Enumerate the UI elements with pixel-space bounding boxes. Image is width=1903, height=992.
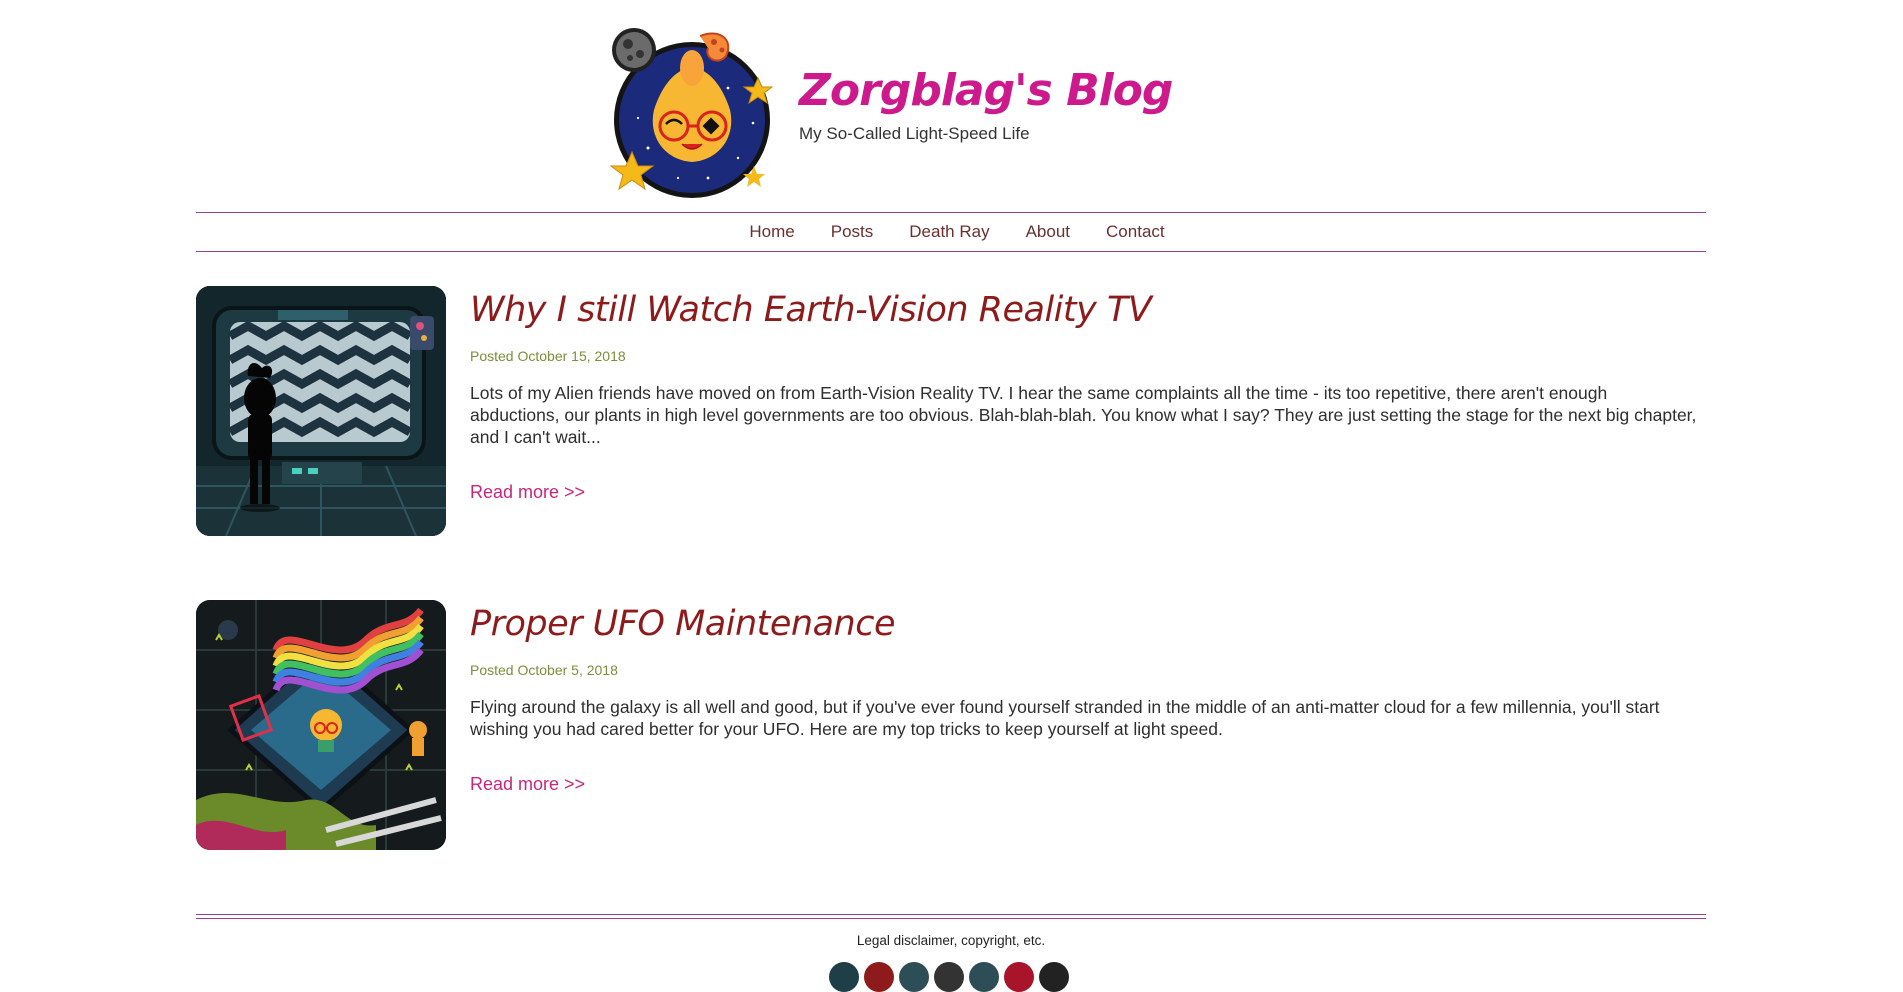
nav-list: Home Posts Death Ray About Contact <box>196 213 1706 251</box>
social-icon[interactable] <box>829 962 859 992</box>
read-more-link[interactable]: Read more >> <box>470 482 585 503</box>
social-icon[interactable] <box>969 962 999 992</box>
nav-item-posts[interactable]: Posts <box>831 222 874 242</box>
post-body: Proper UFO Maintenance Posted October 5,… <box>470 600 1706 795</box>
site-header: Zorgblag's Blog My So-Called Light-Speed… <box>196 0 1706 212</box>
site-title[interactable]: Zorgblag's Blog <box>799 67 1173 114</box>
social-icon[interactable] <box>899 962 929 992</box>
social-icon[interactable] <box>934 962 964 992</box>
page: Zorgblag's Blog My So-Called Light-Speed… <box>196 0 1706 992</box>
footer-divider <box>196 914 1706 919</box>
social-icon[interactable] <box>1004 962 1034 992</box>
post-thumbnail-tv[interactable] <box>196 286 446 536</box>
site-tagline: My So-Called Light-Speed Life <box>799 124 1030 144</box>
post-date: Posted October 5, 2018 <box>470 662 618 678</box>
nav-item-home[interactable]: Home <box>749 222 794 242</box>
post-excerpt: Lots of my Alien friends have moved on f… <box>470 383 1697 447</box>
read-more-link[interactable]: Read more >> <box>470 774 585 795</box>
post-card: Why I still Watch Earth-Vision Reality T… <box>196 286 1706 538</box>
nav-item-about[interactable]: About <box>1026 222 1070 242</box>
legal-disclaimer: Legal disclaimer, copyright, etc. <box>856 933 1046 948</box>
nav-item-death-ray[interactable]: Death Ray <box>909 222 989 242</box>
post-card: Proper UFO Maintenance Posted October 5,… <box>196 600 1706 852</box>
alien-mascot-logo[interactable] <box>608 28 776 200</box>
post-date: Posted October 15, 2018 <box>470 348 626 364</box>
site-branding: Zorgblag's Blog My So-Called Light-Speed… <box>799 67 1173 144</box>
social-links <box>829 962 1074 992</box>
post-excerpt: Flying around the galaxy is all well and… <box>470 697 1660 739</box>
post-body: Why I still Watch Earth-Vision Reality T… <box>470 286 1706 503</box>
main-nav: Home Posts Death Ray About Contact <box>196 212 1706 252</box>
post-title[interactable]: Why I still Watch Earth-Vision Reality T… <box>470 290 1706 330</box>
social-icon[interactable] <box>1039 962 1069 992</box>
post-title[interactable]: Proper UFO Maintenance <box>470 604 1706 644</box>
social-icon[interactable] <box>864 962 894 992</box>
nav-item-contact[interactable]: Contact <box>1106 222 1165 242</box>
post-thumbnail-ufo[interactable] <box>196 600 446 850</box>
